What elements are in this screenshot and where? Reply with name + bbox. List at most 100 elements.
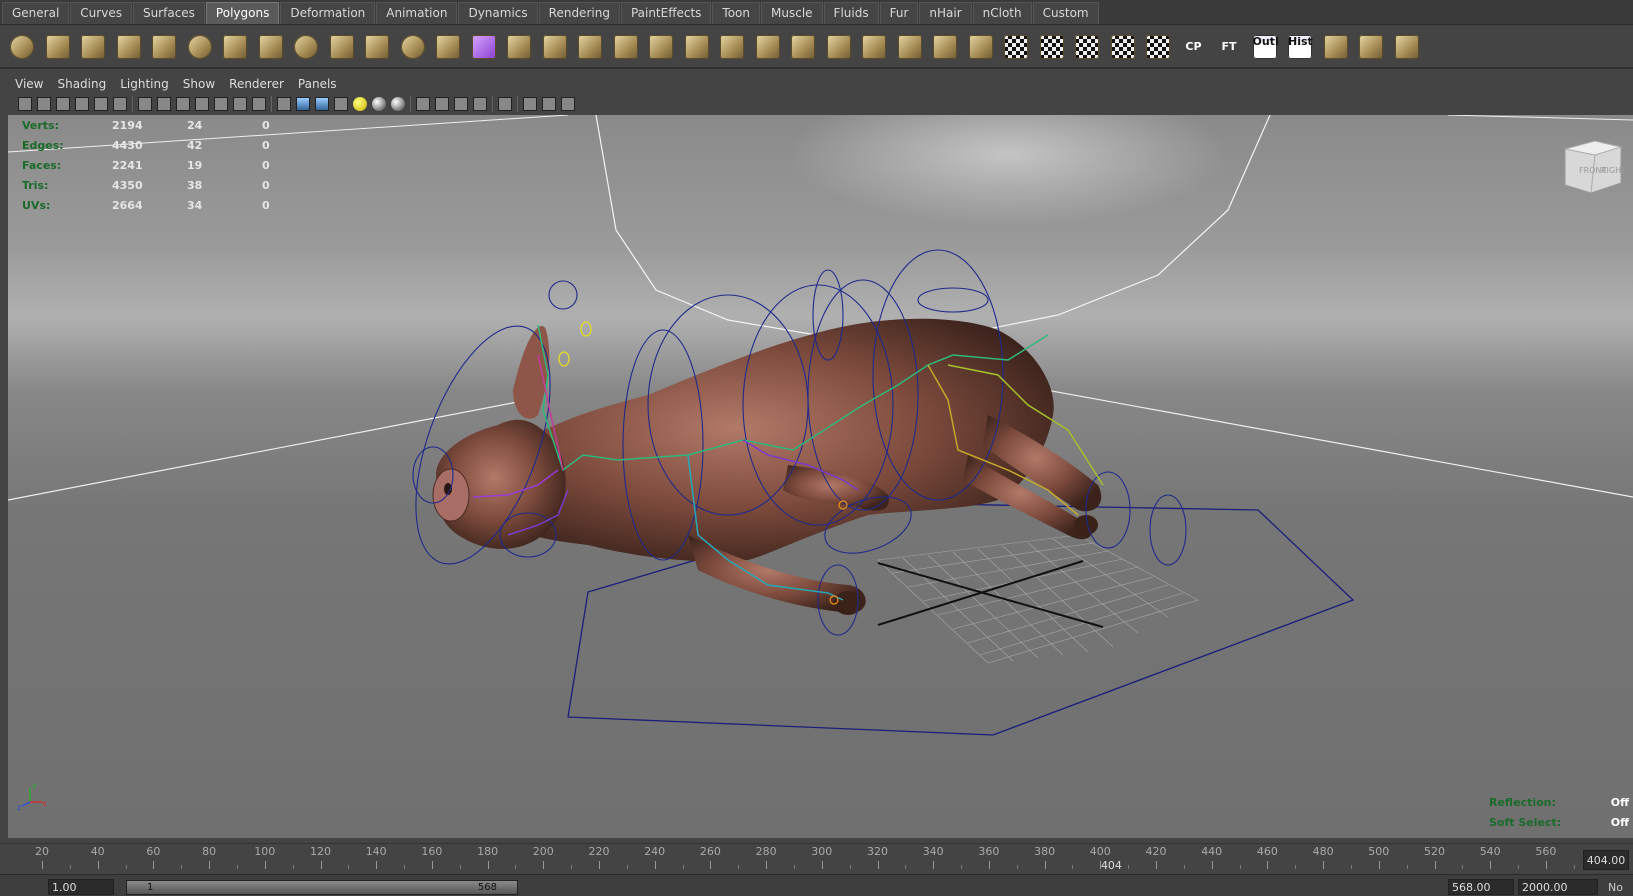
extrude-icon[interactable] xyxy=(361,31,393,63)
bevel-icon[interactable] xyxy=(610,31,642,63)
cube-icon[interactable] xyxy=(42,31,74,63)
center-pivot-button[interactable]: CP xyxy=(1178,31,1210,63)
merge-icon[interactable] xyxy=(752,31,784,63)
chamfer-icon[interactable] xyxy=(681,31,713,63)
history-button[interactable]: Hist xyxy=(1284,31,1316,63)
sphere-material-icon[interactable] xyxy=(372,97,386,111)
fill-hole-icon[interactable] xyxy=(929,31,961,63)
cylinder-icon[interactable] xyxy=(77,31,109,63)
resolution-gate-icon[interactable] xyxy=(113,97,127,111)
film-gate-icon[interactable] xyxy=(94,97,108,111)
shelf-tab-painteffects[interactable]: PaintEffects xyxy=(620,2,712,24)
shelf-tab-toon[interactable]: Toon xyxy=(712,2,761,24)
blue-shaded-icon[interactable] xyxy=(296,97,310,111)
sphere-icon[interactable] xyxy=(6,31,38,63)
viewcube-right-label[interactable]: RIGHT xyxy=(1601,166,1625,175)
cone-icon[interactable] xyxy=(113,31,145,63)
snap-icon[interactable] xyxy=(1320,31,1352,63)
grid-toggle-icon[interactable] xyxy=(138,97,152,111)
range-slider[interactable]: 1.00 1 568 568.00 2000.00 No xyxy=(0,874,1633,896)
panel-layout-icon[interactable] xyxy=(523,97,537,111)
panel-menu-lighting[interactable]: Lighting xyxy=(113,77,176,91)
grid-icon[interactable] xyxy=(1391,31,1423,63)
scene-view[interactable] xyxy=(8,115,1633,838)
eye-controller[interactable] xyxy=(558,351,570,367)
checker-icon[interactable] xyxy=(334,97,348,111)
platonic-icon[interactable] xyxy=(432,31,464,63)
combine-icon[interactable] xyxy=(397,31,429,63)
select-face-icon[interactable] xyxy=(503,31,535,63)
wire-on-shaded-icon[interactable] xyxy=(195,97,209,111)
end-time-field[interactable]: 568.00 xyxy=(1448,879,1514,895)
shelf-tab-general[interactable]: General xyxy=(2,2,70,24)
smooth-shade-icon[interactable] xyxy=(176,97,190,111)
shadow-icon[interactable] xyxy=(252,97,266,111)
panel-menu-renderer[interactable]: Renderer xyxy=(222,77,291,91)
bookmark-icon[interactable] xyxy=(56,97,70,111)
shelf-tab-muscle[interactable]: Muscle xyxy=(761,2,823,24)
cube-purple-icon[interactable] xyxy=(468,31,500,63)
freeze-transform-button[interactable]: FT xyxy=(1213,31,1245,63)
shelf-tab-fur[interactable]: Fur xyxy=(879,2,919,24)
plane-icon[interactable] xyxy=(148,31,180,63)
panel-menu-view[interactable]: View xyxy=(8,77,50,91)
auto-key-label[interactable]: No xyxy=(1608,881,1623,894)
camera-select-icon[interactable] xyxy=(18,97,32,111)
time-slider[interactable]: 20 40 60 80 100 120 140 160 180 200 220 240 260 280 30… xyxy=(0,843,1633,875)
uv-checker-icon[interactable] xyxy=(1000,31,1032,63)
uv-texture-editor-icon[interactable] xyxy=(1142,31,1174,63)
append-icon[interactable] xyxy=(539,31,571,63)
anim-end-field[interactable]: 2000.00 xyxy=(1518,879,1598,895)
start-time-field[interactable]: 1.00 xyxy=(48,879,114,895)
viewport-persp[interactable]: Verts: 2194 24 0 Edges: 4430 42 0 Faces: 2241 19 0 T… xyxy=(8,115,1633,838)
uv-unfold-icon[interactable] xyxy=(1071,31,1103,63)
view-cube[interactable]: FRONT RIGHT xyxy=(1561,137,1625,201)
textured-icon[interactable] xyxy=(214,97,228,111)
wedge-icon[interactable] xyxy=(645,31,677,63)
panel-menu-panels[interactable]: Panels xyxy=(291,77,344,91)
panel-menu-show[interactable]: Show xyxy=(176,77,222,91)
pyramid-icon[interactable] xyxy=(219,31,251,63)
uv-layout-icon[interactable] xyxy=(1036,31,1068,63)
default-light-icon[interactable] xyxy=(353,97,367,111)
select-camera-icon[interactable] xyxy=(498,97,512,111)
xray-icon[interactable] xyxy=(416,97,430,111)
shelf-tab-curves[interactable]: Curves xyxy=(70,2,132,24)
shelf-tab-nhair[interactable]: nHair xyxy=(919,2,972,24)
camera-attr-icon[interactable] xyxy=(37,97,51,111)
bridge-icon[interactable] xyxy=(574,31,606,63)
wireframe-icon[interactable] xyxy=(157,97,171,111)
uv-smooth-icon[interactable] xyxy=(1107,31,1139,63)
triangulate-icon[interactable] xyxy=(858,31,890,63)
shelf-tab-fluids[interactable]: Fluids xyxy=(823,2,879,24)
eye-controller[interactable] xyxy=(580,321,592,337)
bounding-box-icon[interactable] xyxy=(277,97,291,111)
single-view-icon[interactable] xyxy=(542,97,556,111)
blue-wire-icon[interactable] xyxy=(315,97,329,111)
image-plane-icon[interactable] xyxy=(75,97,89,111)
shelf-tab-custom[interactable]: Custom xyxy=(1032,2,1099,24)
pipe-icon[interactable] xyxy=(255,31,287,63)
cone-light-icon[interactable] xyxy=(965,31,997,63)
time-slider-ticks[interactable]: 20 40 60 80 100 120 140 160 180 200 220 240 260 280 30… xyxy=(0,844,1580,875)
playback-range-bar[interactable]: 1 568 xyxy=(126,880,518,895)
split-icon[interactable] xyxy=(326,31,358,63)
panel-menu-shading[interactable]: Shading xyxy=(50,77,113,91)
shelf-tab-dynamics[interactable]: Dynamics xyxy=(458,2,538,24)
isolate-icon[interactable] xyxy=(454,97,468,111)
smooth-preview-icon[interactable] xyxy=(473,97,487,111)
cut-icon[interactable] xyxy=(1355,31,1387,63)
shelf-tab-surfaces[interactable]: Surfaces xyxy=(132,2,205,24)
use-lights-icon[interactable] xyxy=(233,97,247,111)
shelf-tab-polygons[interactable]: Polygons xyxy=(205,2,280,24)
shelf-tab-ncloth[interactable]: nCloth xyxy=(972,2,1032,24)
shelf-tab-rendering[interactable]: Rendering xyxy=(538,2,620,24)
xray-joint-icon[interactable] xyxy=(435,97,449,111)
outliner-button[interactable]: Outl xyxy=(1249,31,1281,63)
soccer-ball-icon[interactable] xyxy=(290,31,322,63)
smooth-icon[interactable] xyxy=(787,31,819,63)
current-time-indicator[interactable]: 404 xyxy=(1101,859,1122,872)
reduce-icon[interactable] xyxy=(823,31,855,63)
shelf-tab-animation[interactable]: Animation xyxy=(376,2,458,24)
torus-icon[interactable] xyxy=(184,31,216,63)
